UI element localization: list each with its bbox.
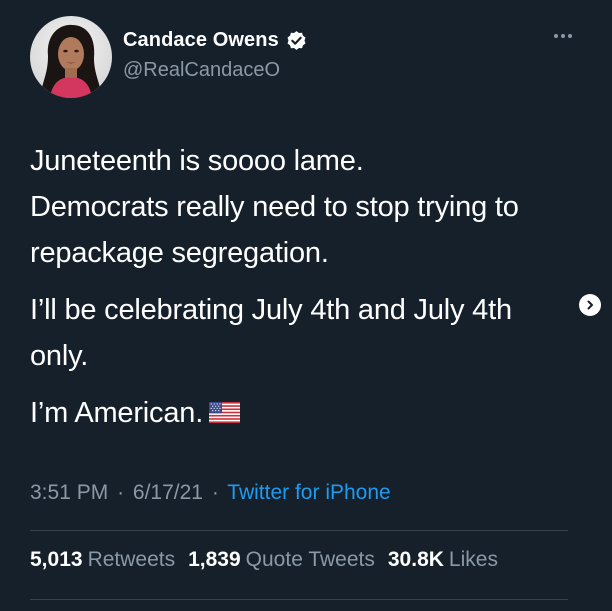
tweet-line-text: I’m American. xyxy=(30,397,204,429)
tweet-line: repackage segregation. xyxy=(30,237,329,269)
tweet-line: Democrats really need to stop trying to xyxy=(30,191,519,223)
meta-separator: · xyxy=(117,481,125,504)
retweets-count: 5,013 xyxy=(30,548,83,571)
meta-separator: · xyxy=(211,481,219,504)
divider xyxy=(30,599,568,600)
tweet-line: only. xyxy=(30,340,89,372)
retweets-stat[interactable]: 5,013 Retweets xyxy=(30,548,175,572)
tweet-date[interactable]: 6/17/21 xyxy=(133,481,203,504)
likes-stat[interactable]: 30.8K Likes xyxy=(388,548,498,572)
tweet-time[interactable]: 3:51 PM xyxy=(30,481,108,504)
engagement-stats: 5,013 Retweets 1,839 Quote Tweets 30.8K Lik… xyxy=(30,548,498,572)
likes-count: 30.8K xyxy=(387,548,444,571)
tweet-detail: Candace Owens @RealCandaceO Juneteenth i… xyxy=(0,0,612,611)
retweets-label: Retweets xyxy=(87,548,176,571)
avatar[interactable] xyxy=(30,16,112,98)
divider xyxy=(30,530,568,531)
tweet-body: Juneteenth is soooo lame. Democrats real… xyxy=(30,138,590,437)
more-options-icon[interactable] xyxy=(554,34,572,38)
chevron-right-icon[interactable] xyxy=(579,294,601,316)
tweet-meta: 3:51 PM · 6/17/21 · Twitter for iPhone xyxy=(30,481,391,505)
author-name-row: Candace Owens xyxy=(123,29,307,52)
likes-label: Likes xyxy=(448,548,498,571)
profile-photo-icon xyxy=(30,16,112,98)
tweet-line-last: I’m American. xyxy=(30,390,590,437)
tweet-source-link[interactable]: Twitter for iPhone xyxy=(227,481,390,504)
us-flag-icon xyxy=(209,391,241,437)
verified-badge-icon xyxy=(286,30,307,51)
quote-tweets-count: 1,839 xyxy=(188,548,241,571)
quote-tweets-stat[interactable]: 1,839 Quote Tweets xyxy=(188,548,375,572)
author-display-name[interactable]: Candace Owens xyxy=(123,29,279,52)
author-handle[interactable]: @RealCandaceO xyxy=(123,59,280,82)
tweet-line: Juneteenth is soooo lame. xyxy=(30,145,364,177)
tweet-line: I’ll be celebrating July 4th and July 4t… xyxy=(30,294,512,326)
quote-tweets-label: Quote Tweets xyxy=(245,548,375,571)
